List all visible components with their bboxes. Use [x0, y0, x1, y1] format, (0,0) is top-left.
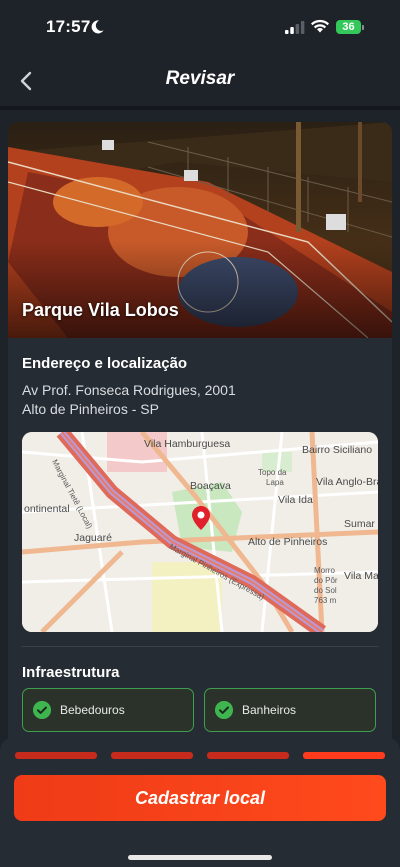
signal-icon	[285, 21, 305, 34]
status-bar: 17:57 36	[0, 0, 400, 56]
infra-chip-label: Banheiros	[242, 703, 297, 717]
place-name: Parque Vila Lobos	[22, 300, 179, 320]
wifi-icon	[311, 19, 329, 33]
page-title: Revisar	[165, 68, 235, 89]
map-label: do Pôr	[314, 576, 338, 585]
map-label: Vila Ida	[278, 494, 313, 506]
address-line-1: Av Prof. Fonseca Rodrigues, 2001	[22, 382, 236, 398]
progress-step-3	[207, 752, 289, 759]
address-line-2: Alto de Pinheiros - SP	[22, 401, 159, 417]
submit-location-button[interactable]: Cadastrar local	[14, 775, 386, 821]
battery-cap	[362, 25, 364, 30]
map-label: Boaçava	[190, 480, 231, 492]
infra-chip-banheiros[interactable]: Banheiros	[204, 688, 376, 732]
status-time: 17:57	[46, 17, 91, 36]
home-indicator	[128, 855, 272, 860]
map-label: Sumar	[344, 518, 375, 530]
map-label: ontinental	[24, 503, 70, 515]
progress-step-1	[15, 752, 97, 759]
infra-chip-label: Bebedouros	[60, 703, 125, 717]
map-pin-icon	[192, 506, 210, 530]
map-label: do Sol	[314, 586, 337, 595]
section-divider	[22, 646, 378, 647]
map-label: Vila Anglo-Bra	[316, 476, 378, 488]
progress-step-2	[111, 752, 193, 759]
map-label: Bairro Siciliano	[302, 444, 373, 456]
check-circle-icon	[215, 701, 233, 719]
infra-section-title: Infraestrutura	[22, 664, 120, 681]
map-label: Morro	[314, 566, 335, 575]
review-card: Parque Vila Lobos Endereço e localização…	[8, 122, 392, 762]
map-label: Topo da	[258, 468, 287, 477]
nav-bar: Revisar	[0, 56, 400, 106]
map-label: Alto de Pinheiros	[248, 536, 328, 548]
map-label: 763 m	[314, 596, 337, 605]
progress-step-4	[303, 752, 385, 759]
map-label: Jaguaré	[74, 532, 112, 544]
battery-indicator: 36	[336, 20, 361, 34]
moon-icon	[91, 20, 104, 34]
map-label: Vila Ma	[344, 570, 378, 582]
address-section-title: Endereço e localização	[22, 355, 188, 372]
infra-chip-bebedouros[interactable]: Bebedouros	[22, 688, 194, 732]
bottom-action-bar: Cadastrar local	[0, 737, 400, 867]
place-photo: Parque Vila Lobos	[8, 122, 392, 338]
map-label: Vila Hamburguesa	[144, 438, 231, 450]
check-circle-icon	[33, 701, 51, 719]
location-map[interactable]: Vila Hamburguesa Bairro Siciliano Topo d…	[22, 432, 378, 632]
map-label: Lapa	[266, 478, 284, 487]
nav-divider	[0, 106, 400, 110]
